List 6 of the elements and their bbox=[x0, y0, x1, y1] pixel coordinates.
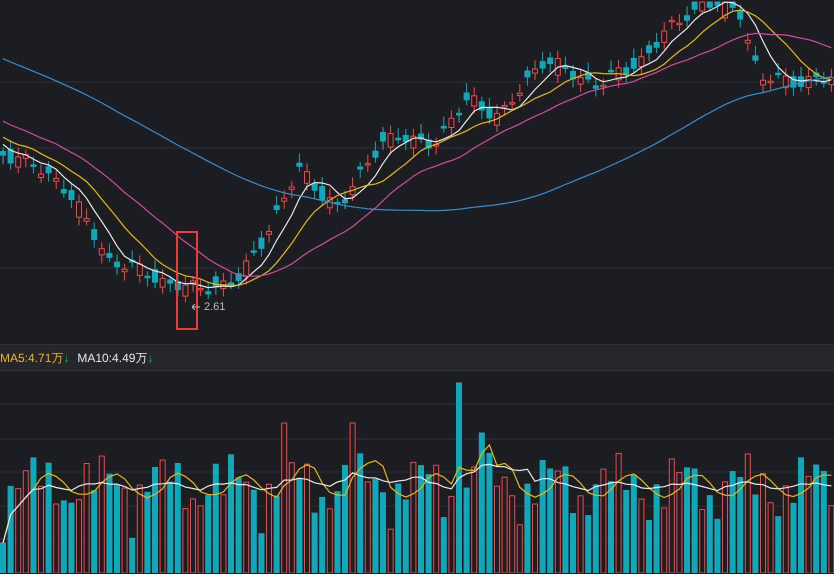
moving-average-label: MA5:4.71万 bbox=[0, 350, 64, 366]
trend-arrow: ↓ bbox=[147, 350, 154, 366]
low-price-label: 2.61 bbox=[204, 300, 226, 315]
moving-average-label: MA10:4.49万 bbox=[77, 350, 148, 366]
trend-arrow: ↓ bbox=[63, 350, 70, 366]
pointer-arrow-icon bbox=[192, 304, 200, 310]
